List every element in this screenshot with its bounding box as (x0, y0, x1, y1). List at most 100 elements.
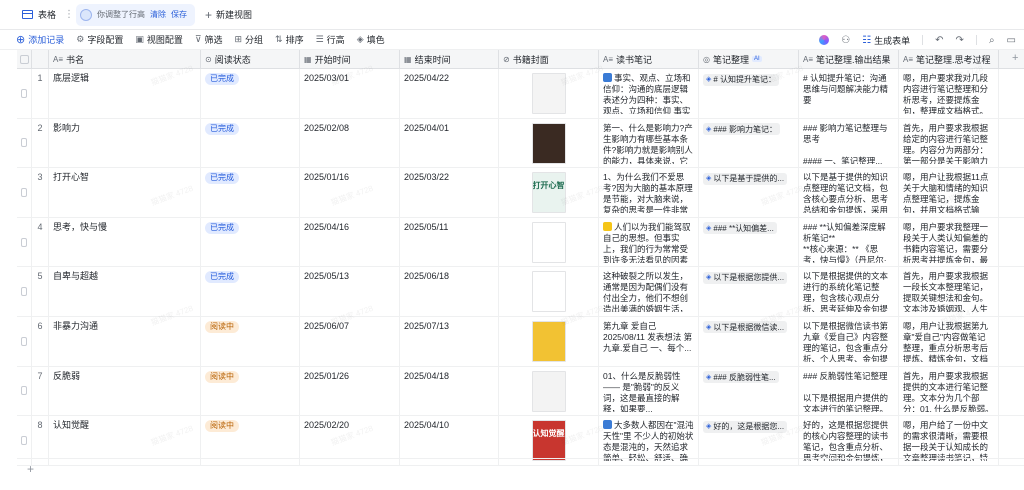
row-select-cell[interactable] (17, 69, 32, 118)
cell-title[interactable]: 非暴力沟通 (49, 316, 201, 366)
row-select-cell[interactable] (17, 217, 32, 267)
book-cover-image[interactable]: 打开心智 (531, 172, 566, 214)
cell-status[interactable]: 阅读中 (201, 366, 300, 416)
cell-status[interactable]: 已完成 (201, 69, 300, 118)
row-checkbox[interactable] (21, 88, 27, 98)
cell-start-date[interactable]: 2025/02/08 (300, 118, 400, 168)
cell-thinking[interactable]: 嗯，用户要求我整理一段关于人类认知偏差的书籍内容笔记，需要分析思考并提炼金句，最… (899, 217, 999, 267)
cell-title[interactable]: 思考，快与慢 (49, 217, 201, 267)
book-cover-image[interactable] (531, 320, 566, 362)
fill-color-button[interactable]: ◈ 填色 (357, 33, 385, 46)
cell-end-date[interactable]: 2025/04/18 (400, 366, 499, 416)
cell-result[interactable]: ### **认知偏差深度解析笔记** **核心来源：** 《思考，快与慢》（丹尼… (799, 217, 899, 267)
cell-result[interactable]: # 认知提升笔记：沟通思维与问题解决能力精要 ## 一、沟通的底层逻辑... (799, 69, 899, 118)
ai-output-chip[interactable]: ◈ # 认知提升笔记： (703, 73, 780, 86)
cell-reading-notes[interactable]: 这种破裂之所以发生，通常是因为配偶们没有付出全力，他们不想创造出美满的婚姻生活，… (599, 267, 699, 316)
cell-result[interactable]: 以下是根据微信读书第九章《爱自己》内容整理的笔记，包含重点分析、个人思考、金句提… (799, 316, 899, 366)
automation-icon[interactable]: ⚇ (841, 35, 850, 46)
cell-thinking[interactable]: 首先，用户要求我根据给定的内容进行笔记整理。内容分为两部分：第一部分是关于影响力… (899, 118, 999, 168)
cell-title[interactable]: 影响力 (49, 118, 201, 168)
cell-end-date[interactable]: 2025/05/11 (400, 217, 499, 267)
ai-output-chip[interactable]: ◈ 以下是基于提供的... (703, 172, 788, 185)
ai-output-chip[interactable]: ◈ ### 反脆弱性笔... (703, 371, 779, 384)
save-button[interactable]: 保存 (171, 9, 187, 20)
filter-button[interactable]: ⊽ 筛选 (195, 33, 223, 46)
cell-reading-notes[interactable]: 1、为什么我们不爱思考?因为大脑的基本原理是节能，对大脑来说，复杂的思考是一件非… (599, 168, 699, 217)
cell-status[interactable]: 已完成 (201, 118, 300, 168)
column-header-status[interactable]: ⊙ 阅读状态 (201, 50, 300, 68)
cell-result[interactable]: ### 反脆弱性笔记整理 以下是根据用户提供的文本进行的笔记整理。内... (799, 366, 899, 416)
column-header-title[interactable]: A≡ 书名 (49, 50, 201, 68)
ai-output-chip[interactable]: ◈ 以下是根据您提供... (703, 271, 788, 284)
ai-output-chip[interactable]: ◈ ### 影响力笔记： (703, 123, 780, 136)
table-row[interactable]: 7 反脆弱 阅读中 2025/01/26 2025/04/18 01、什么是反脆弱性 ——… (17, 366, 1024, 417)
cell-ai-notes[interactable]: ◈ 以下是根据您提供... (699, 267, 799, 316)
ai-output-chip[interactable]: ◈ ### **认知偏差... (703, 222, 777, 235)
cell-title[interactable]: 底层逻辑 (49, 69, 201, 118)
cell-end-date[interactable]: 2025/06/18 (400, 267, 499, 316)
row-checkbox[interactable] (21, 386, 27, 396)
column-header-thinking[interactable]: A≡ 笔记整理.思考过程 (899, 50, 999, 68)
cell-status[interactable]: 已完成 (201, 168, 300, 217)
cell-ai-notes[interactable]: ◈ ### **认知偏差... (699, 217, 799, 267)
tab-table[interactable]: 表格 (16, 4, 62, 26)
table-row[interactable]: 5 自卑与超越 已完成 2025/05/13 2025/06/18 这种破裂之所以发生，通… (17, 267, 1024, 317)
column-header-end[interactable]: ▦ 结束时间 (400, 50, 499, 68)
row-checkbox[interactable] (21, 138, 27, 148)
comment-icon[interactable]: ▭ (1007, 35, 1016, 46)
group-button[interactable]: ⊞ 分组 (234, 33, 263, 46)
cell-start-date[interactable]: 2025/06/07 (300, 316, 400, 366)
cell-ai-notes[interactable]: ◈ ### 反脆弱性笔... (699, 366, 799, 416)
cell-thinking[interactable]: 嗯，用户让我根据11点关于大脑和情绪的知识点整理笔记，提炼金句，并用文档格式输出… (899, 168, 999, 217)
cell-reading-notes[interactable]: 01、什么是反脆弱性 —— 是"脆弱"的反义词，这是最直接的解释，如果要... (599, 366, 699, 416)
table-row[interactable]: 4 思考，快与慢 已完成 2025/04/16 2025/05/11 人们以为我们能驾驭自… (17, 217, 1024, 268)
cell-thinking[interactable]: 首先，用户要求我根据一段长文本整理笔记，提取关键想法和金句。文本涉及婚姻观、人生… (899, 267, 999, 316)
cell-cover[interactable] (499, 366, 599, 416)
cell-title[interactable]: 自卑与超越 (49, 267, 201, 316)
clear-button[interactable]: 清除 (150, 9, 166, 20)
column-header-notes[interactable]: A≡ 读书笔记 (599, 50, 699, 68)
cell-end-date[interactable]: 2025/04/01 (400, 118, 499, 168)
cell-ai-notes[interactable]: ◈ ### 影响力笔记： (699, 118, 799, 168)
cell-start-date[interactable]: 2025/01/26 (300, 366, 400, 416)
cell-end-date[interactable]: 2025/07/13 (400, 316, 499, 366)
add-record-button[interactable]: ⊕ 添加记录 (16, 33, 64, 46)
sort-button[interactable]: ⇅ 排序 (275, 33, 304, 46)
select-all-cell[interactable] (17, 50, 32, 68)
column-header-cover[interactable]: ⊘ 书籍封面 (499, 50, 599, 68)
column-header-ai-notes[interactable]: ◎ 笔记整理 AI (699, 50, 799, 68)
book-cover-image[interactable]: 认知觉醒 (531, 420, 566, 462)
book-cover-image[interactable] (531, 370, 566, 412)
ai-output-chip[interactable]: ◈ 好的，这是根据您... (703, 420, 788, 433)
row-checkbox[interactable] (21, 237, 27, 247)
cell-thinking[interactable]: 首先，用户要求我根据提供的文本进行笔记整理。文本分为几个部分：01. 什么是反脆… (899, 366, 999, 416)
row-select-cell[interactable] (17, 316, 32, 366)
row-select-cell[interactable] (17, 366, 32, 416)
view-config-button[interactable]: ▣ 视图配置 (135, 33, 183, 46)
cell-cover[interactable] (499, 267, 599, 316)
field-config-button[interactable]: ⚙ 字段配置 (76, 33, 123, 46)
table-row[interactable]: 1 底层逻辑 已完成 2025/03/01 2025/04/22 事实、观点、立场和信仰：… (17, 69, 1024, 119)
cell-ai-notes[interactable]: ◈ # 认知提升笔记： (699, 69, 799, 118)
redo-icon[interactable]: ↷ (956, 35, 964, 46)
row-checkbox[interactable] (21, 287, 27, 297)
cell-start-date[interactable]: 2025/04/16 (300, 217, 400, 267)
more-icon[interactable]: ⋮ (64, 9, 74, 20)
cell-reading-notes[interactable]: 第一、什么是影响力?产生影响力有哪些基本条件?影响力就是影响别人的能力，具体来说… (599, 118, 699, 168)
cell-title[interactable]: 反脆弱 (49, 366, 201, 416)
cell-cover[interactable]: 打开心智 (499, 168, 599, 217)
cell-end-date[interactable]: 2025/03/22 (400, 168, 499, 217)
search-icon[interactable]: ⌕ (989, 35, 995, 46)
row-select-cell[interactable] (17, 168, 32, 217)
cell-result[interactable]: 以下是基于提供的知识点整理的笔记文档，包含核心要点分析、思考总结和金句提炼，采用… (799, 168, 899, 217)
cell-status[interactable]: 已完成 (201, 217, 300, 267)
cell-result[interactable]: 以下是根据提供的文本进行的系统化笔记整理，包含核心观点分析、思考延伸及金句提炼，… (799, 267, 899, 316)
book-cover-image[interactable] (531, 221, 566, 263)
cell-cover[interactable] (499, 118, 599, 168)
cell-start-date[interactable]: 2025/01/16 (300, 168, 400, 217)
table-row[interactable]: 6 非暴力沟通 阅读中 2025/06/07 2025/07/13 第九章 爱自己 202… (17, 316, 1024, 367)
cell-ai-notes[interactable]: ◈ 以下是基于提供的... (699, 168, 799, 217)
ai-assistant-icon[interactable] (819, 35, 830, 45)
cell-reading-notes[interactable]: 人们以为我们能驾驭自己的思想。但事实上，我们的行为常常受到许多无法看见的因素所影… (599, 217, 699, 267)
cell-start-date[interactable]: 2025/03/01 (300, 69, 400, 118)
